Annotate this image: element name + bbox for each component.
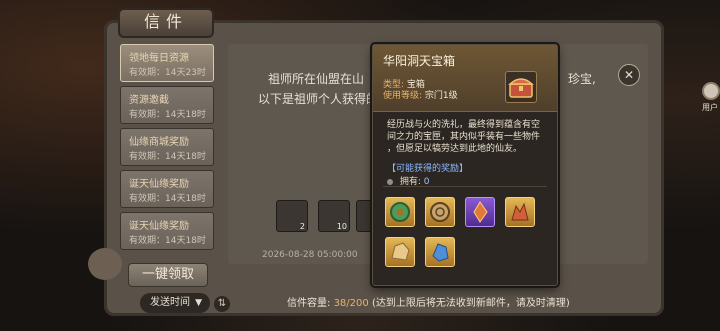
description-line: ，但愿足以犒劳达到此地的仙友。	[387, 144, 523, 154]
mail-item-title: 领地每日资源	[129, 53, 189, 64]
attachment-count: 2	[299, 222, 305, 231]
mailbag-icon[interactable]	[88, 248, 122, 280]
ore-chunk-icon[interactable]	[385, 237, 415, 267]
tooltip-header: 华阳洞天宝箱 类型: 宝箱 使用等级: 宗门1级	[373, 45, 557, 112]
level-label: 使用等级:	[383, 91, 423, 101]
level-value: 宗门1级	[424, 91, 458, 101]
capacity-label: 信件容量:	[287, 298, 331, 309]
mail-item-expiry: 有效期：14天18时	[129, 152, 206, 162]
mail-panel-title: 信件	[118, 8, 214, 38]
mail-date: 2026-08-28 05:00:00	[262, 250, 358, 260]
capacity-value: 38/200	[333, 298, 369, 309]
coin-disc-icon[interactable]	[425, 197, 455, 227]
item-tooltip: 华阳洞天宝箱 类型: 宝箱 使用等级: 宗门1级 经历战与火的洗礼，最终得到蕴含…	[372, 44, 558, 286]
user-label: 用户	[702, 103, 718, 112]
letter-line-2: 以下是祖师个人获得的ˋ	[258, 92, 385, 106]
attachment-count: 10	[336, 222, 347, 231]
possible-rewards-heading: 【可能获得的奖励】	[387, 164, 469, 174]
chevron-down-icon: ▼	[195, 298, 202, 308]
mail-item-expiry: 有效期：14天18时	[129, 194, 206, 204]
jade-ring-icon[interactable]	[385, 197, 415, 227]
side-user-button[interactable]: 用户	[702, 82, 720, 118]
sort-dropdown[interactable]: 发送时间 ▼	[140, 293, 210, 313]
mail-item-territory[interactable]: 领地每日资源 有效期：14天23时	[120, 44, 214, 82]
divider	[383, 186, 547, 187]
avatar	[702, 82, 720, 100]
letter-line-1: 祖师所在仙盟在山	[268, 72, 365, 86]
letter-line-1-tail: 珍宝,	[568, 72, 596, 86]
mail-item-resource[interactable]: 资源邀截 有效期：14天18时	[120, 86, 214, 124]
collect-all-button[interactable]: 一键领取	[128, 263, 208, 287]
mail-item-title: 诞天仙缘奖励	[129, 221, 189, 232]
description-line: 经历战与火的洗礼，最终得到蕴含有空	[387, 120, 541, 130]
mail-item-shop[interactable]: 仙缘商城奖励 有效期：14天18时	[120, 128, 214, 166]
mail-capacity: 信件容量: 38/200 (达到上限后将无法收到新邮件，请及时清理)	[287, 294, 570, 309]
capacity-note: (达到上限后将无法收到新邮件，请及时清理)	[371, 298, 570, 309]
blue-crystal-icon[interactable]	[425, 237, 455, 267]
mail-item-title: 资源邀截	[129, 95, 169, 106]
mail-item-reward-a[interactable]: 诞天仙缘奖励 有效期：14天18时	[120, 170, 214, 208]
mail-item-title: 诞天仙缘奖励	[129, 179, 189, 190]
attachment-item[interactable]: 2	[276, 200, 308, 232]
owned-dot-icon	[387, 178, 393, 185]
tooltip-level: 使用等级: 宗门1级	[383, 88, 458, 101]
mail-item-expiry: 有效期：14天18时	[129, 110, 206, 120]
mail-item-expiry: 有效期：14天18时	[129, 236, 206, 246]
close-icon[interactable]: ✕	[618, 64, 640, 86]
treasure-chest-icon	[505, 71, 537, 103]
fire-crystal-icon[interactable]	[465, 197, 495, 227]
mail-item-title: 仙缘商城奖励	[129, 137, 189, 148]
tooltip-description: 经历战与火的洗礼，最终得到蕴含有空 间之力的宝匣，其内似乎装有一些物件 ，但愿足…	[387, 119, 545, 155]
sort-label: 发送时间	[150, 297, 190, 308]
tooltip-title: 华阳洞天宝箱	[383, 54, 456, 68]
flame-stone-icon[interactable]	[505, 197, 535, 227]
mail-list: 领地每日资源 有效期：14天23时 资源邀截 有效期：14天18时 仙缘商城奖励…	[120, 44, 218, 260]
description-line: 间之力的宝匣，其内似乎装有一些物件	[387, 132, 541, 142]
mail-item-expiry: 有效期：14天23时	[129, 68, 206, 78]
mail-item-reward-b[interactable]: 诞天仙缘奖励 有效期：14天18时	[120, 212, 214, 250]
sort-order-icon[interactable]: ⇅	[214, 296, 230, 312]
attachment-item[interactable]: 10	[318, 200, 350, 232]
